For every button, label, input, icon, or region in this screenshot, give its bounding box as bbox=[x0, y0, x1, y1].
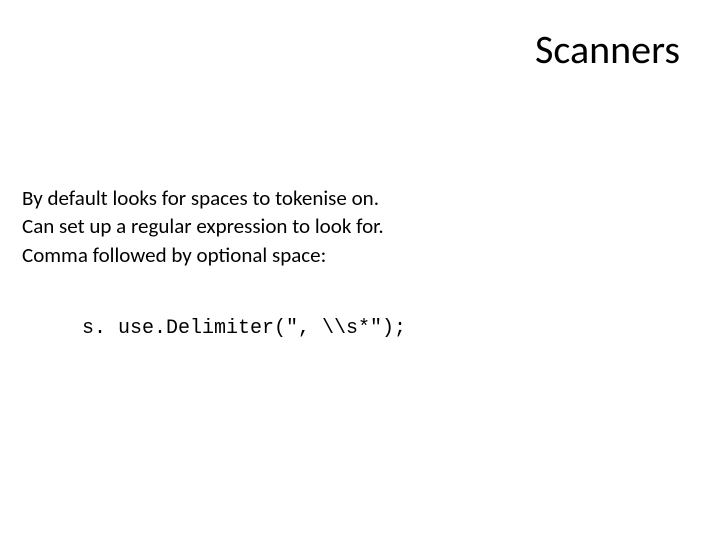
slide-title: Scanners bbox=[20, 25, 690, 74]
code-snippet: s. use.Delimiter(", \\s*"); bbox=[20, 317, 690, 340]
body-line-3: Comma followed by optional space: bbox=[22, 241, 690, 269]
body-line-2: Can set up a regular expression to look … bbox=[22, 212, 690, 240]
body-line-1: By default looks for spaces to tokenise … bbox=[22, 184, 690, 212]
slide: Scanners By default looks for spaces to … bbox=[0, 0, 720, 540]
slide-body: By default looks for spaces to tokenise … bbox=[20, 184, 690, 269]
